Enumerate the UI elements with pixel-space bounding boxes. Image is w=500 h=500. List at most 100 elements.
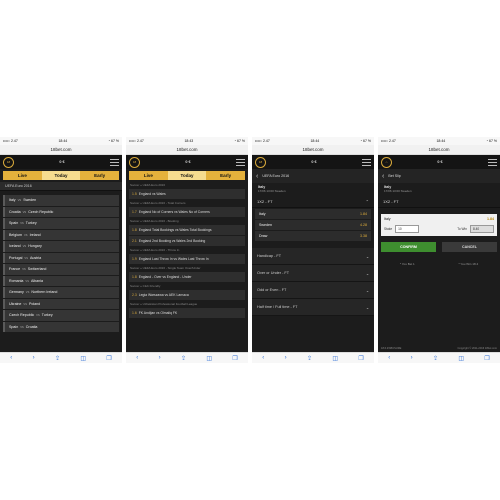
bookmarks-icon[interactable]: ◫ bbox=[332, 355, 338, 362]
tabs-icon[interactable]: ❐ bbox=[232, 355, 237, 362]
market-row[interactable]: 2.3 Legia Warszawa vs AEK Larnaca bbox=[129, 290, 245, 300]
selection-row[interactable]: Draw 3.38 bbox=[255, 231, 371, 241]
market-title: 1X2 - FT bbox=[383, 198, 399, 204]
status-bar: ••••○ 2.47 18:43 ◔ 67 % bbox=[126, 137, 248, 145]
menu-icon[interactable] bbox=[236, 158, 245, 166]
market-row[interactable]: 1.8 England - Over vs England - Under bbox=[129, 272, 245, 282]
share-icon[interactable]: ⇪ bbox=[55, 355, 60, 362]
forward-icon[interactable]: › bbox=[159, 355, 161, 361]
tabs-icon[interactable]: ❐ bbox=[484, 355, 489, 362]
match-row[interactable]: Romania vs Albania bbox=[3, 275, 119, 286]
match-row[interactable]: Iceland vs Hungary bbox=[3, 241, 119, 252]
url-bar[interactable]: 18bet.com bbox=[378, 145, 500, 155]
bet-card: Italy 1.84 Stake 10 To Win 8.40 bbox=[381, 214, 497, 236]
match-row[interactable]: Ukraine vs Poland bbox=[3, 298, 119, 309]
url-bar[interactable]: 18bet.com bbox=[0, 145, 122, 155]
market-row[interactable]: 1.5 England vs Wales bbox=[129, 189, 245, 199]
market-collapsed[interactable]: Over or Under - FT ⌄ bbox=[252, 265, 374, 282]
market-row[interactable]: 1.7 England No of Corners vs Wales No of … bbox=[129, 207, 245, 217]
tabs-icon[interactable]: ❐ bbox=[106, 355, 111, 362]
market-row[interactable]: 1.9 England Last Throw In vs Wales Last T… bbox=[129, 254, 245, 264]
balance: 0 € bbox=[437, 160, 443, 164]
forward-icon[interactable]: › bbox=[33, 355, 35, 361]
bookmarks-icon[interactable]: ◫ bbox=[206, 355, 212, 362]
cancel-button[interactable]: CANCEL bbox=[442, 242, 497, 252]
note-stake: * You Bet 1 bbox=[399, 262, 415, 266]
match-row[interactable]: Spain vs Turkey bbox=[3, 218, 119, 229]
forward-icon[interactable]: › bbox=[411, 355, 413, 361]
share-icon[interactable]: ⇪ bbox=[307, 355, 312, 362]
back-arrow-icon[interactable]: ‹ bbox=[382, 173, 384, 180]
market-row[interactable]: 1.8 England Total Bookings vs Wales Total… bbox=[129, 225, 245, 235]
match-row[interactable]: Germany vs Northern Ireland bbox=[3, 287, 119, 298]
bet-actions: CONFIRM CANCEL bbox=[381, 242, 497, 252]
market-collapsed[interactable]: Odd or Even - FT ⌄ bbox=[252, 282, 374, 299]
pick-row: Italy 1.84 bbox=[384, 217, 494, 221]
selection-row[interactable]: Sweden 4.28 bbox=[255, 220, 371, 230]
confirm-button[interactable]: CONFIRM bbox=[381, 242, 436, 252]
carrier-signal: ••••○ 2.47 bbox=[129, 139, 144, 143]
market-row[interactable]: 1.6 FK Andijan vs Olmaliq FK bbox=[129, 308, 245, 318]
tab-early[interactable]: Early bbox=[206, 171, 246, 180]
url-bar[interactable]: 18bet.com bbox=[252, 145, 374, 155]
menu-icon[interactable] bbox=[110, 158, 119, 166]
panel-event-list: ••••○ 2.47 18:44 ◔ 67 % 18bet.com 18 0 €… bbox=[0, 137, 122, 363]
selection-row[interactable]: Italy 1.84 bbox=[255, 209, 371, 219]
menu-icon[interactable] bbox=[488, 158, 497, 166]
forward-icon[interactable]: › bbox=[285, 355, 287, 361]
match-row[interactable]: Spain vs Croatia bbox=[3, 321, 119, 332]
menu-icon[interactable] bbox=[362, 158, 371, 166]
footer-copyright: Copyright © 2011-2016 18bet.com bbox=[457, 347, 498, 350]
share-icon[interactable]: ⇪ bbox=[181, 355, 186, 362]
panel-event-detail: ••••○ 2.47 18:44 ◔ 67 % 18bet.com 18 0 €… bbox=[252, 137, 374, 363]
event-info: Italy 17/06 13:00 Sweden bbox=[378, 183, 500, 195]
back-icon[interactable]: ‹ bbox=[262, 355, 264, 361]
match-row[interactable]: Croatia vs Czech Republic bbox=[3, 206, 119, 217]
panel-markets: ••••○ 2.47 18:43 ◔ 67 % 18bet.com 18 0 €… bbox=[126, 137, 248, 363]
event-subtitle: 17/06 13:00 Sweden bbox=[258, 189, 286, 193]
browser-toolbar: ‹ › ⇪ ◫ ❐ bbox=[378, 352, 500, 363]
match-row[interactable]: Czech Republic vs Turkey bbox=[3, 310, 119, 321]
competition-bar: ‹ UEFA Euro 2016 bbox=[252, 169, 374, 183]
market-group-label: Soccer » UEFA Euro 2016 bbox=[130, 183, 166, 187]
market-header[interactable]: 1X2 - FT ⌃ bbox=[252, 195, 374, 208]
tab-today[interactable]: Today bbox=[41, 171, 81, 180]
match-row[interactable]: Italy vs Sweden bbox=[3, 195, 119, 206]
tab-live[interactable]: Live bbox=[129, 171, 168, 180]
tab-early[interactable]: Early bbox=[80, 171, 120, 180]
url-text: 18bet.com bbox=[50, 147, 72, 152]
market-group-label: Soccer » UEFA Euro 2016 - Throw In bbox=[130, 248, 180, 252]
battery: ◔ 67 % bbox=[485, 139, 497, 143]
stake-input[interactable]: 10 bbox=[395, 225, 420, 233]
clock: 18:44 bbox=[310, 139, 320, 143]
logo-icon[interactable]: 18 bbox=[255, 156, 266, 168]
logo-icon[interactable]: 18 bbox=[3, 156, 14, 168]
url-bar[interactable]: 18bet.com bbox=[126, 145, 248, 155]
time-tabs: Live Today Early bbox=[3, 171, 120, 180]
match-row[interactable]: France vs Switzerland bbox=[3, 264, 119, 275]
match-row[interactable]: Portugal vs Austria bbox=[3, 252, 119, 263]
back-arrow-icon[interactable]: ‹ bbox=[256, 173, 258, 180]
back-icon[interactable]: ‹ bbox=[136, 355, 138, 361]
market-collapsed[interactable]: Half time / Full time - FT ⌄ bbox=[252, 299, 374, 316]
share-icon[interactable]: ⇪ bbox=[433, 355, 438, 362]
market-group-label: Soccer » UEFA Euro 2016 - Booking bbox=[130, 219, 179, 223]
tab-live[interactable]: Live bbox=[3, 171, 42, 180]
match-row[interactable]: Belgium vs Ireland bbox=[3, 229, 119, 240]
market-group-label: Soccer » Club Friendly bbox=[130, 284, 161, 288]
back-icon[interactable]: ‹ bbox=[10, 355, 12, 361]
tab-today[interactable]: Today bbox=[167, 171, 207, 180]
home-icon[interactable]: ⌂ bbox=[381, 156, 392, 168]
bookmarks-icon[interactable]: ◫ bbox=[80, 355, 86, 362]
logo-icon[interactable]: 18 bbox=[129, 156, 140, 168]
market-title: 1X2 - FT bbox=[257, 198, 273, 204]
market-row[interactable]: 2.1 England 2nd Booking vs Wales 2nd Book… bbox=[129, 236, 245, 246]
bookmarks-icon[interactable]: ◫ bbox=[458, 355, 464, 362]
tabs-icon[interactable]: ❐ bbox=[358, 355, 363, 362]
competition-header[interactable]: UEFA Euro 2016 bbox=[0, 182, 122, 191]
market-collapsed[interactable]: Handicap - FT ⌄ bbox=[252, 248, 374, 265]
towin-label: To Win bbox=[457, 227, 467, 231]
collapse-icon[interactable]: ⌃ bbox=[366, 199, 369, 204]
app-header: 18 0 € bbox=[126, 155, 248, 169]
back-icon[interactable]: ‹ bbox=[388, 355, 390, 361]
